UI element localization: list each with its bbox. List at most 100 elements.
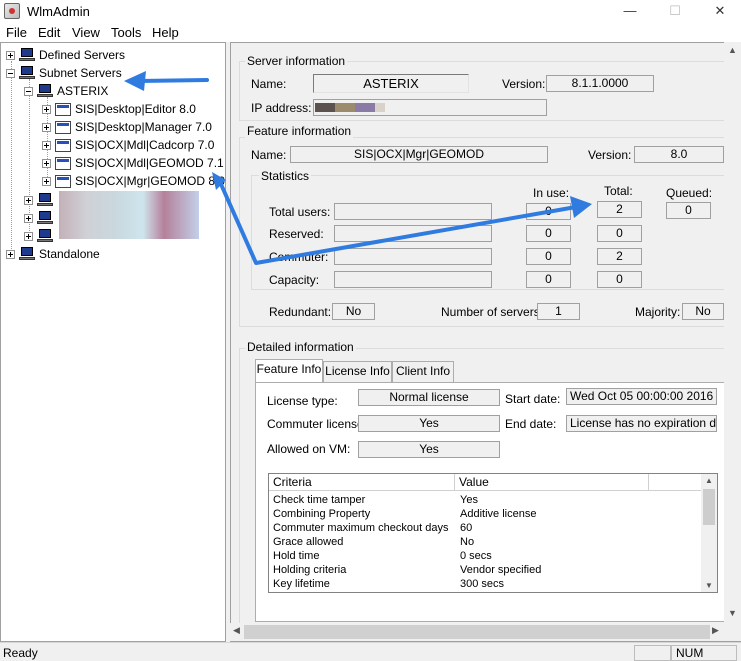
stat-queued-field: 0 — [666, 202, 711, 219]
scroll-left-icon[interactable]: ◀ — [233, 625, 240, 636]
tree-node-standalone[interactable]: Standalone — [6, 245, 100, 263]
end-date-label: End date: — [505, 417, 557, 431]
stat-inuse-field: 0 — [526, 271, 571, 288]
value-cell: No — [460, 536, 475, 548]
tree-node-server-obscured[interactable] — [24, 209, 57, 227]
detail-tabs: Feature Info License Info Client Info — [255, 359, 725, 383]
tree-node-feature[interactable]: SIS|OCX|Mdl|GEOMOD 7.1 — [42, 154, 224, 172]
app-icon — [4, 3, 20, 19]
menu-file[interactable]: File — [6, 25, 27, 40]
expand-icon[interactable] — [42, 122, 51, 132]
expand-icon[interactable] — [24, 213, 33, 223]
servers-count-field: 1 — [537, 303, 580, 320]
details-pane: Server information Name: ASTERIX Version… — [230, 42, 741, 642]
maximize-button[interactable]: ☐ — [652, 0, 698, 22]
feature-icon — [55, 138, 71, 152]
redundant-field: No — [332, 303, 375, 320]
tree-node-server-obscured[interactable] — [24, 227, 57, 245]
expand-icon[interactable] — [42, 104, 51, 114]
tab-feature-info[interactable]: Feature Info — [255, 359, 323, 382]
criteria-cell: Hold time — [273, 550, 320, 562]
server-group-icon — [19, 66, 35, 80]
tree-node-server-obscured[interactable] — [24, 191, 57, 209]
collapse-icon[interactable] — [24, 86, 33, 96]
allowed-vm-label: Allowed on VM: — [267, 442, 351, 456]
expand-icon[interactable] — [24, 231, 33, 241]
col-criteria-header[interactable]: Criteria — [269, 474, 455, 491]
scroll-down-icon[interactable]: ▼ — [728, 608, 737, 618]
tree-node-feature[interactable]: SIS|Desktop|Manager 7.0 — [42, 118, 212, 136]
expand-icon[interactable] — [6, 249, 15, 259]
stat-bar — [334, 248, 492, 265]
feature-name-label: Name: — [251, 148, 287, 162]
license-type-field: Normal license — [358, 389, 500, 406]
expand-icon[interactable] — [24, 195, 33, 205]
server-version-field: 8.1.1.0000 — [546, 75, 654, 92]
tree-node-feature[interactable]: SIS|Desktop|Editor 8.0 — [42, 100, 196, 118]
menu-view[interactable]: View — [72, 25, 100, 40]
menu-tools[interactable]: Tools — [111, 25, 141, 40]
server-name-field: ASTERIX — [313, 74, 469, 93]
stat-total-field: 0 — [597, 225, 642, 242]
tree-node-subnet-servers[interactable]: Subnet Servers — [6, 64, 122, 82]
stat-total-field: 0 — [597, 271, 642, 288]
scroll-thumb[interactable] — [244, 625, 710, 639]
menu-help[interactable]: Help — [152, 25, 179, 40]
tree-label: ASTERIX — [57, 84, 109, 98]
value-cell: 0 secs — [460, 550, 492, 562]
scroll-up-icon[interactable]: ▲ — [705, 476, 713, 485]
server-group-icon — [19, 48, 35, 62]
start-date-field: Wed Oct 05 00:00:00 2016 — [566, 388, 717, 405]
scroll-thumb[interactable] — [703, 489, 715, 525]
stat-bar — [334, 271, 492, 288]
wlmadmin-window: WlmAdmin — ☐ ✕ File Edit View Tools Help… — [0, 0, 741, 661]
feature-name-field: SIS|OCX|Mgr|GEOMOD — [290, 146, 548, 163]
tree-node-asterix[interactable]: ASTERIX — [24, 82, 108, 100]
server-tree[interactable]: Defined Servers Subnet Servers ASTERIX S… — [0, 42, 226, 642]
col-total-label: Total: — [604, 184, 633, 198]
feature-icon — [55, 102, 71, 116]
criteria-cell: Combining Property — [273, 508, 371, 520]
criteria-cell: Holding criteria — [273, 564, 347, 576]
close-button[interactable]: ✕ — [697, 0, 741, 22]
tree-label: Subnet Servers — [39, 66, 122, 80]
tree-label: SIS|OCX|Mdl|Cadcorp 7.0 — [75, 138, 215, 152]
pane-horizontal-scrollbar[interactable]: ◀ ▶ — [230, 623, 741, 641]
col-value-header[interactable]: Value — [455, 474, 649, 491]
pane-vertical-scrollbar[interactable]: ▲ ▼ — [724, 42, 741, 623]
criteria-cell: Grace allowed — [273, 536, 344, 548]
tree-node-feature[interactable]: SIS|OCX|Mdl|Cadcorp 7.0 — [42, 136, 214, 154]
expand-icon[interactable] — [42, 176, 51, 186]
feature-icon — [55, 156, 71, 170]
expand-icon[interactable] — [42, 158, 51, 168]
expand-icon[interactable] — [6, 50, 15, 60]
server-icon — [37, 211, 53, 225]
scroll-up-icon[interactable]: ▲ — [728, 45, 737, 55]
scroll-down-icon[interactable]: ▼ — [705, 581, 713, 590]
scroll-right-icon[interactable]: ▶ — [712, 625, 719, 636]
title-bar: WlmAdmin — ☐ ✕ — [0, 0, 741, 22]
menu-edit[interactable]: Edit — [38, 25, 60, 40]
server-version-label: Version: — [502, 77, 546, 91]
stat-bar — [334, 225, 492, 242]
tree-node-defined-servers[interactable]: Defined Servers — [6, 46, 125, 64]
tree-label: Standalone — [39, 247, 100, 261]
value-cell: Vendor specified — [460, 564, 542, 576]
table-vertical-scrollbar[interactable]: ▲ ▼ — [701, 474, 717, 592]
tab-client-info[interactable]: Client Info — [392, 361, 454, 382]
detailed-info-heading: Detailed information — [245, 340, 356, 354]
majority-field: No — [682, 303, 724, 320]
menu-bar: File Edit View Tools Help — [0, 22, 741, 42]
tab-license-info[interactable]: License Info — [323, 361, 392, 382]
minimize-button[interactable]: — — [607, 0, 653, 22]
server-group-icon — [19, 247, 35, 261]
expand-icon[interactable] — [42, 140, 51, 150]
tree-label: SIS|OCX|Mdl|GEOMOD 7.1 — [75, 156, 224, 170]
tree-node-feature-selected[interactable]: SIS|OCX|Mgr|GEOMOD 8.0 — [42, 172, 225, 190]
stat-inuse-field: 0 — [526, 203, 571, 220]
collapse-icon[interactable] — [6, 68, 15, 78]
server-name-label: Name: — [251, 77, 287, 91]
stat-bar — [334, 203, 492, 220]
value-cell: 300 secs — [460, 578, 505, 590]
criteria-table[interactable]: Criteria Value Check time tamper Yes Com… — [268, 473, 718, 593]
